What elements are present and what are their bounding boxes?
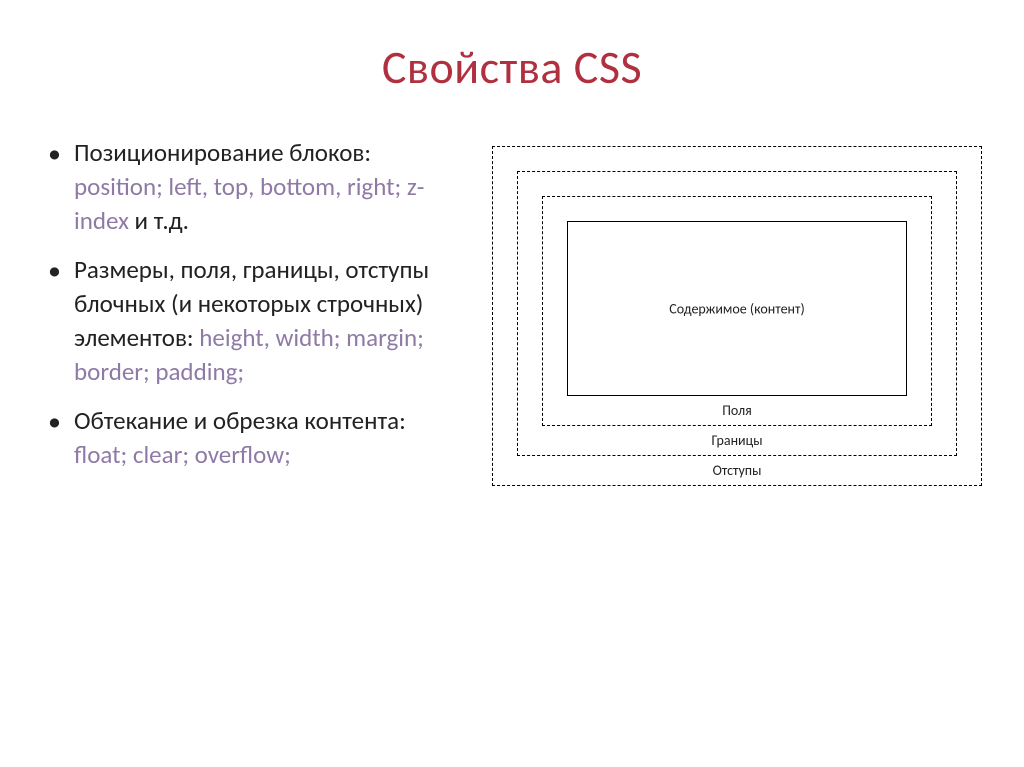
text-column: Позиционирование блоков: position; left,… (40, 136, 460, 488)
content-layer: Содержимое (контент) (567, 221, 907, 396)
padding-label: Поля (543, 402, 931, 419)
diagram-column: Отступы Границы Поля Содержимое (контент… (490, 136, 984, 526)
bullet-keyword: position; left, top, bottom, right; z-in… (74, 171, 424, 236)
margin-label: Отступы (493, 462, 981, 479)
border-label: Границы (518, 432, 956, 449)
content-label: Содержимое (контент) (568, 300, 906, 317)
bullet-item: Позиционирование блоков: position; left,… (40, 136, 460, 237)
bullet-item: Размеры, поля, границы, отступы блочных … (40, 253, 460, 388)
bullet-list: Позиционирование блоков: position; left,… (40, 136, 460, 472)
slide-content: Позиционирование блоков: position; left,… (40, 136, 984, 526)
bullet-pre: Позиционирование блоков: (74, 137, 371, 168)
bullet-pre: Обтекание и обрезка контента: (74, 405, 406, 436)
bullet-keyword: float; clear; overflow; (74, 439, 291, 470)
slide: Свойства CSS Позиционирование блоков: po… (0, 0, 1024, 767)
slide-title: Свойства CSS (40, 40, 984, 96)
box-model-diagram: Отступы Границы Поля Содержимое (контент… (492, 146, 982, 526)
bullet-post: и т.д. (135, 205, 189, 236)
bullet-item: Обтекание и обрезка контента: float; cle… (40, 404, 460, 472)
